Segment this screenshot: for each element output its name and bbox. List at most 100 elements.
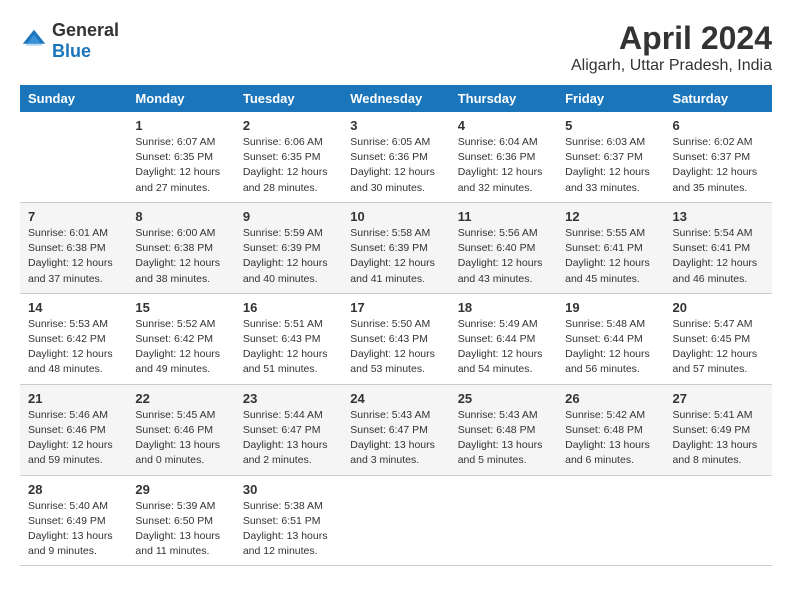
calendar-cell <box>665 475 772 566</box>
day-info: Sunrise: 5:48 AMSunset: 6:44 PMDaylight:… <box>565 317 656 378</box>
logo-general: General <box>52 20 119 40</box>
day-info: Sunrise: 5:41 AMSunset: 6:49 PMDaylight:… <box>673 408 764 469</box>
day-info: Sunrise: 5:43 AMSunset: 6:48 PMDaylight:… <box>458 408 549 469</box>
calendar-cell: 16Sunrise: 5:51 AMSunset: 6:43 PMDayligh… <box>235 293 342 384</box>
day-number: 25 <box>458 391 549 406</box>
calendar-week-row: 21Sunrise: 5:46 AMSunset: 6:46 PMDayligh… <box>20 384 772 475</box>
day-number: 29 <box>135 482 226 497</box>
weekday-header-saturday: Saturday <box>665 85 772 112</box>
calendar-cell: 11Sunrise: 5:56 AMSunset: 6:40 PMDayligh… <box>450 202 557 293</box>
day-info: Sunrise: 6:01 AMSunset: 6:38 PMDaylight:… <box>28 226 119 287</box>
day-number: 6 <box>673 118 764 133</box>
calendar-cell: 25 Sunrise: 5:43 AMSunset: 6:48 PMDayligh… <box>450 384 557 475</box>
calendar-cell: 1 Sunrise: 6:07 AMSunset: 6:35 PMDaylight… <box>127 112 234 202</box>
calendar-cell: 28 Sunrise: 5:40 AMSunset: 6:49 PMDayligh… <box>20 475 127 566</box>
day-number: 13 <box>673 209 764 224</box>
calendar-cell: 7Sunrise: 6:01 AMSunset: 6:38 PMDaylight… <box>20 202 127 293</box>
calendar-cell: 27 Sunrise: 5:41 AMSunset: 6:49 PMDayligh… <box>665 384 772 475</box>
calendar-cell: 2 Sunrise: 6:06 AMSunset: 6:35 PMDaylight… <box>235 112 342 202</box>
day-info: Sunrise: 5:49 AMSunset: 6:44 PMDaylight:… <box>458 317 549 378</box>
day-number: 16 <box>243 300 334 315</box>
day-info: Sunrise: 6:03 AMSunset: 6:37 PMDaylight:… <box>565 135 656 196</box>
day-info: Sunrise: 5:50 AMSunset: 6:43 PMDaylight:… <box>350 317 441 378</box>
calendar-cell: 21Sunrise: 5:46 AMSunset: 6:46 PMDayligh… <box>20 384 127 475</box>
calendar-cell: 26 Sunrise: 5:42 AMSunset: 6:48 PMDayligh… <box>557 384 664 475</box>
day-number: 2 <box>243 118 334 133</box>
day-number: 4 <box>458 118 549 133</box>
weekday-header-wednesday: Wednesday <box>342 85 449 112</box>
calendar-cell: 6Sunrise: 6:02 AMSunset: 6:37 PMDaylight… <box>665 112 772 202</box>
logo-blue: Blue <box>52 41 91 61</box>
calendar-cell: 15 Sunrise: 5:52 AMSunset: 6:42 PMDayligh… <box>127 293 234 384</box>
calendar-cell: 3Sunrise: 6:05 AMSunset: 6:36 PMDaylight… <box>342 112 449 202</box>
day-info: Sunrise: 5:52 AMSunset: 6:42 PMDaylight:… <box>135 317 226 378</box>
day-info: Sunrise: 5:39 AMSunset: 6:50 PMDaylight:… <box>135 499 226 560</box>
calendar-cell <box>342 475 449 566</box>
calendar-cell: 14 Sunrise: 5:53 AMSunset: 6:42 PMDayligh… <box>20 293 127 384</box>
weekday-header-monday: Monday <box>127 85 234 112</box>
day-info: Sunrise: 6:07 AMSunset: 6:35 PMDaylight:… <box>135 135 226 196</box>
weekday-row: SundayMondayTuesdayWednesdayThursdayFrid… <box>20 85 772 112</box>
day-info: Sunrise: 5:44 AMSunset: 6:47 PMDaylight:… <box>243 408 334 469</box>
title-block: April 2024 Aligarh, Uttar Pradesh, India <box>571 20 772 75</box>
day-info: Sunrise: 5:58 AMSunset: 6:39 PMDaylight:… <box>350 226 441 287</box>
day-info: Sunrise: 5:40 AMSunset: 6:49 PMDaylight:… <box>28 499 119 560</box>
calendar-cell: 5 Sunrise: 6:03 AMSunset: 6:37 PMDaylight… <box>557 112 664 202</box>
calendar-header: SundayMondayTuesdayWednesdayThursdayFrid… <box>20 85 772 112</box>
calendar-body: 1 Sunrise: 6:07 AMSunset: 6:35 PMDaylight… <box>20 112 772 566</box>
day-info: Sunrise: 6:05 AMSunset: 6:36 PMDaylight:… <box>350 135 441 196</box>
day-info: Sunrise: 5:53 AMSunset: 6:42 PMDaylight:… <box>28 317 119 378</box>
day-info: Sunrise: 5:54 AMSunset: 6:41 PMDaylight:… <box>673 226 764 287</box>
calendar-cell: 19 Sunrise: 5:48 AMSunset: 6:44 PMDayligh… <box>557 293 664 384</box>
day-number: 9 <box>243 209 334 224</box>
day-number: 26 <box>565 391 656 406</box>
calendar-cell <box>450 475 557 566</box>
day-number: 21 <box>28 391 119 406</box>
weekday-header-friday: Friday <box>557 85 664 112</box>
calendar-cell: 9 Sunrise: 5:59 AMSunset: 6:39 PMDaylight… <box>235 202 342 293</box>
calendar-cell <box>557 475 664 566</box>
day-number: 27 <box>673 391 764 406</box>
day-number: 14 <box>28 300 119 315</box>
calendar-cell: 24 Sunrise: 5:43 AMSunset: 6:47 PMDayligh… <box>342 384 449 475</box>
day-number: 30 <box>243 482 334 497</box>
day-info: Sunrise: 5:59 AMSunset: 6:39 PMDaylight:… <box>243 226 334 287</box>
calendar-cell: 30 Sunrise: 5:38 AMSunset: 6:51 PMDayligh… <box>235 475 342 566</box>
day-number: 24 <box>350 391 441 406</box>
logo: General Blue <box>20 20 119 62</box>
weekday-header-thursday: Thursday <box>450 85 557 112</box>
day-number: 10 <box>350 209 441 224</box>
day-info: Sunrise: 6:00 AMSunset: 6:38 PMDaylight:… <box>135 226 226 287</box>
day-number: 19 <box>565 300 656 315</box>
day-info: Sunrise: 6:04 AMSunset: 6:36 PMDaylight:… <box>458 135 549 196</box>
calendar-cell: 20Sunrise: 5:47 AMSunset: 6:45 PMDayligh… <box>665 293 772 384</box>
calendar-cell <box>20 112 127 202</box>
weekday-header-tuesday: Tuesday <box>235 85 342 112</box>
calendar-cell: 29 Sunrise: 5:39 AMSunset: 6:50 PMDayligh… <box>127 475 234 566</box>
day-info: Sunrise: 5:45 AMSunset: 6:46 PMDaylight:… <box>135 408 226 469</box>
calendar-title: April 2024 <box>571 20 772 57</box>
calendar-table: SundayMondayTuesdayWednesdayThursdayFrid… <box>20 85 772 566</box>
calendar-cell: 13 Sunrise: 5:54 AMSunset: 6:41 PMDayligh… <box>665 202 772 293</box>
calendar-cell: 12Sunrise: 5:55 AMSunset: 6:41 PMDayligh… <box>557 202 664 293</box>
day-number: 28 <box>28 482 119 497</box>
day-number: 22 <box>135 391 226 406</box>
day-info: Sunrise: 5:55 AMSunset: 6:41 PMDaylight:… <box>565 226 656 287</box>
day-info: Sunrise: 5:43 AMSunset: 6:47 PMDaylight:… <box>350 408 441 469</box>
day-info: Sunrise: 5:42 AMSunset: 6:48 PMDaylight:… <box>565 408 656 469</box>
day-number: 17 <box>350 300 441 315</box>
weekday-header-sunday: Sunday <box>20 85 127 112</box>
calendar-cell: 17 Sunrise: 5:50 AMSunset: 6:43 PMDayligh… <box>342 293 449 384</box>
day-number: 5 <box>565 118 656 133</box>
logo-icon <box>20 27 48 55</box>
day-info: Sunrise: 6:06 AMSunset: 6:35 PMDaylight:… <box>243 135 334 196</box>
page-header: General Blue April 2024 Aligarh, Uttar P… <box>20 20 772 75</box>
calendar-cell: 23Sunrise: 5:44 AMSunset: 6:47 PMDayligh… <box>235 384 342 475</box>
day-info: Sunrise: 5:38 AMSunset: 6:51 PMDaylight:… <box>243 499 334 560</box>
day-info: Sunrise: 5:47 AMSunset: 6:45 PMDaylight:… <box>673 317 764 378</box>
day-number: 1 <box>135 118 226 133</box>
day-number: 15 <box>135 300 226 315</box>
calendar-cell: 18Sunrise: 5:49 AMSunset: 6:44 PMDayligh… <box>450 293 557 384</box>
calendar-week-row: 7Sunrise: 6:01 AMSunset: 6:38 PMDaylight… <box>20 202 772 293</box>
day-number: 8 <box>135 209 226 224</box>
